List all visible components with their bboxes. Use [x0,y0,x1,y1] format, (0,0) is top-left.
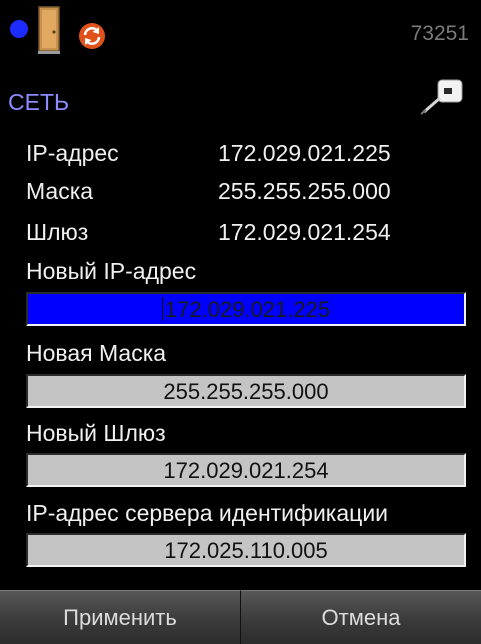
ip-label: IP-адрес [26,140,119,166]
new-mask-value: 255.255.255.000 [163,379,329,404]
settings-pen-icon[interactable] [418,76,466,116]
ip-value: 172.029.021.225 [218,140,391,166]
section-title: СЕТЬ [8,89,70,115]
mask-value: 255.255.255.000 [218,178,391,204]
auth-server-value: 172.025.110.005 [164,538,328,563]
gateway-label: Шлюз [26,219,89,245]
auth-server-input[interactable]: 172.025.110.005 [26,533,466,567]
new-gateway-label: Новый Шлюз [26,420,166,446]
apply-button[interactable]: Применить [0,590,240,644]
new-ip-value: 172.029.021.225 [164,297,331,322]
cancel-button[interactable]: Отмена [240,590,481,644]
sync-icon [79,23,105,49]
text-caret [161,297,163,322]
status-dot-icon [10,20,28,38]
new-ip-label: Новый IP-адрес [26,258,197,284]
status-counter: 73251 [410,22,469,45]
new-mask-label: Новая Маска [26,340,167,366]
new-mask-input[interactable]: 255.255.255.000 [26,374,466,408]
mask-label: Маска [26,178,94,204]
gateway-value: 172.029.021.254 [218,219,391,245]
new-gateway-input[interactable]: 172.029.021.254 [26,453,466,487]
action-bar: Применить Отмена [0,590,481,644]
new-gateway-value: 172.029.021.254 [163,458,329,483]
auth-server-label: IP-адрес сервера идентификации [26,500,389,526]
door-icon [38,6,60,54]
new-ip-input[interactable]: 172.029.021.225 [26,292,466,326]
